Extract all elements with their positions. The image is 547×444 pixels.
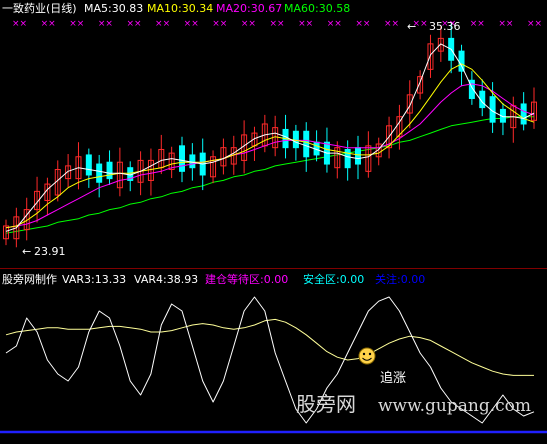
signal-marker: ×× <box>298 19 313 29</box>
watermark-cn: 股旁网 <box>296 392 356 416</box>
candle-body <box>189 154 196 169</box>
smiley-icon <box>358 347 376 365</box>
legend-ma10: MA10:30.34 <box>147 2 213 15</box>
signal-marker: ×× <box>126 19 141 29</box>
signal-marker: ×× <box>384 19 399 29</box>
signal-marker: ×× <box>498 19 513 29</box>
legend-var4: VAR4:38.93 <box>134 273 198 286</box>
ma5-line <box>5 43 535 232</box>
signal-marker: ×× <box>98 19 113 29</box>
legend-ma60: MA60:30.58 <box>284 2 350 15</box>
smiley-eye-left <box>362 352 366 356</box>
watermark-url: www.gupang.com <box>378 396 531 416</box>
candle-body <box>303 130 310 158</box>
signal-marker: ×× <box>184 19 199 29</box>
signal-marker: ×× <box>355 19 370 29</box>
signal-marker: ×× <box>69 19 84 29</box>
chase-annotation: 追涨 <box>380 370 406 386</box>
low-arrow: ← <box>22 245 31 258</box>
candle-body <box>292 130 299 149</box>
main-panel-title: 一致药业(日线) <box>2 1 77 15</box>
high-arrow: ← <box>407 20 416 33</box>
stock-chart-window: 一致药业(日线) MA5:30.83 MA10:30.34 MA20:30.67… <box>0 0 547 444</box>
signal-marker-row: ×× ×× ×× ×× ×× ×× ×× ×× ×× ×× ×× ×× ×× ×× ×× ×× ×× ×× ×× <box>12 19 542 29</box>
candle-body <box>106 161 113 180</box>
candle-body <box>96 163 103 183</box>
legend-var3: VAR3:13.33 <box>62 273 126 286</box>
legend-jiancang: 建仓等待区:0.00 <box>205 272 288 286</box>
legend-ma5: MA5:30.83 <box>84 2 143 15</box>
signal-marker: ×× <box>12 19 27 29</box>
signal-marker: ×× <box>327 19 342 29</box>
legend-anquan: 安全区:0.00 <box>303 272 364 286</box>
var4-line <box>5 318 534 376</box>
candle-body <box>458 50 465 72</box>
signal-marker: ×× <box>41 19 56 29</box>
smiley-eye-right <box>368 352 372 356</box>
candle-body <box>520 103 527 125</box>
high-price-label: 35.36 <box>429 20 461 33</box>
candle-body <box>179 145 185 172</box>
legend-ma20: MA20:30.67 <box>216 2 282 15</box>
candle-body <box>344 148 351 169</box>
low-price-label: 23.91 <box>34 245 66 258</box>
ma10-line <box>5 63 535 229</box>
signal-marker: ×× <box>212 19 227 29</box>
ma20-line <box>5 83 535 229</box>
signal-marker: ×× <box>527 19 542 29</box>
legend-guanzhu: 关注:0.00 <box>375 272 425 286</box>
signal-marker: ×× <box>241 19 256 29</box>
signal-marker: ×× <box>270 19 285 29</box>
sub-panel-title: 股旁网制作 <box>2 272 57 286</box>
candle-body <box>85 154 92 176</box>
signal-marker: ×× <box>470 19 485 29</box>
chart-canvas[interactable]: 一致药业(日线) MA5:30.83 MA10:30.34 MA20:30.67… <box>0 0 547 444</box>
signal-marker: ×× <box>155 19 170 29</box>
candle-body <box>355 147 361 165</box>
